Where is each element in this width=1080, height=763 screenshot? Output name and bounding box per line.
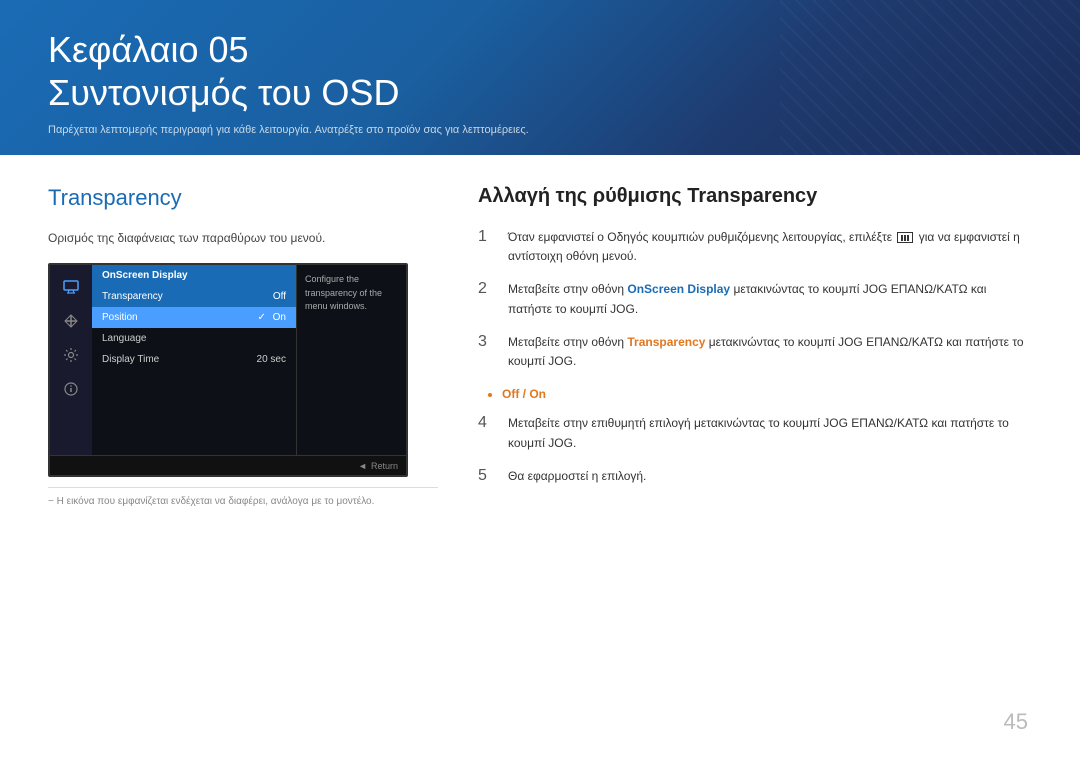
jog-icon: [897, 232, 913, 243]
step-text-1: Όταν εμφανιστεί ο Οδηγός κουμπιών ρυθμιζ…: [508, 228, 1032, 266]
osd-menu-item-position[interactable]: Position ✓ On: [92, 307, 296, 328]
osd-menu-item-display-time[interactable]: Display Time 20 sec: [92, 349, 296, 370]
page-number: 45: [1004, 709, 1028, 735]
main-content: Transparency Ορισμός της διαφάνειας των …: [0, 155, 1080, 537]
osd-menu-panel: OnScreen Display Transparency Off Positi…: [92, 265, 296, 455]
footnote: − Η εικόνα που εμφανίζεται ενδέχεται να …: [48, 487, 438, 507]
right-column: Αλλαγή της ρύθμισης Transparency 1 Όταν …: [478, 185, 1032, 507]
left-column: Transparency Ορισμός της διαφάνειας των …: [48, 185, 438, 507]
bullet-text: Off / On: [502, 385, 546, 404]
osd-menu-header: OnScreen Display: [92, 265, 296, 286]
step-number-5: 5: [478, 467, 496, 485]
osd-menu-item-language[interactable]: Language: [92, 328, 296, 349]
step-4: 4 Μεταβείτε στην επιθυμητή επιλογή μετακ…: [478, 414, 1032, 452]
osd-return: ◄ Return: [358, 461, 398, 471]
osd-icons-sidebar: [50, 265, 92, 455]
osd-info-text: Configure the transparency of the menu w…: [305, 273, 398, 314]
steps-list: 1 Όταν εμφανιστεί ο Οδηγός κουμπιών ρυθμ…: [478, 228, 1032, 486]
step-number-4: 4: [478, 414, 496, 432]
osd-icon-gear: [57, 341, 85, 369]
step-number-3: 3: [478, 333, 496, 351]
osd-menu-item-transparency[interactable]: Transparency Off: [92, 286, 296, 307]
onscreen-display-highlight: OnScreen Display: [627, 282, 730, 296]
step-number-1: 1: [478, 228, 496, 246]
header-content: Κεφάλαιο 05 Συντονισμός του OSD Παρέχετα…: [48, 28, 529, 136]
section-description: Ορισμός της διαφάνειας των παραθύρων του…: [48, 229, 438, 247]
osd-screenshot: OnScreen Display Transparency Off Positi…: [48, 263, 408, 477]
osd-info-panel: Configure the transparency of the menu w…: [296, 265, 406, 455]
header-title-line1: Κεφάλαιο 05: [48, 29, 249, 70]
header-title: Κεφάλαιο 05 Συντονισμός του OSD: [48, 28, 529, 114]
header-banner: Κεφάλαιο 05 Συντονισμός του OSD Παρέχετα…: [0, 0, 1080, 155]
step-1: 1 Όταν εμφανιστεί ο Οδηγός κουμπιών ρυθμ…: [478, 228, 1032, 266]
off-on-bullet: Off / On: [502, 387, 546, 401]
header-title-line2: Συντονισμός του OSD: [48, 72, 399, 113]
osd-icon-arrows: [57, 307, 85, 335]
header-subtitle: Παρέχεται λεπτομερής περιγραφή για κάθε …: [48, 124, 529, 136]
osd-icon-info: [57, 375, 85, 403]
osd-bottom-bar: ◄ Return: [50, 455, 406, 475]
step-2: 2 Μεταβείτε στην οθόνη OnScreen Display …: [478, 280, 1032, 318]
transparency-highlight: Transparency: [627, 335, 705, 349]
osd-inner: OnScreen Display Transparency Off Positi…: [50, 265, 406, 455]
section-title: Transparency: [48, 185, 438, 211]
right-section-title: Αλλαγή της ρύθμισης Transparency: [478, 185, 1032, 208]
step-text-3: Μεταβείτε στην οθόνη Transparency μετακι…: [508, 333, 1032, 371]
step-number-2: 2: [478, 280, 496, 298]
step-text-4: Μεταβείτε στην επιθυμητή επιλογή μετακιν…: [508, 414, 1032, 452]
step-5: 5 Θα εφαρμοστεί η επιλογή.: [478, 467, 1032, 486]
step-text-2: Μεταβείτε στην οθόνη OnScreen Display με…: [508, 280, 1032, 318]
step-text-5: Θα εφαρμοστεί η επιλογή.: [508, 467, 646, 486]
osd-icon-monitor: [57, 273, 85, 301]
step-3: 3 Μεταβείτε στην οθόνη Transparency μετα…: [478, 333, 1032, 371]
step-bullet: Off / On: [502, 385, 1032, 404]
